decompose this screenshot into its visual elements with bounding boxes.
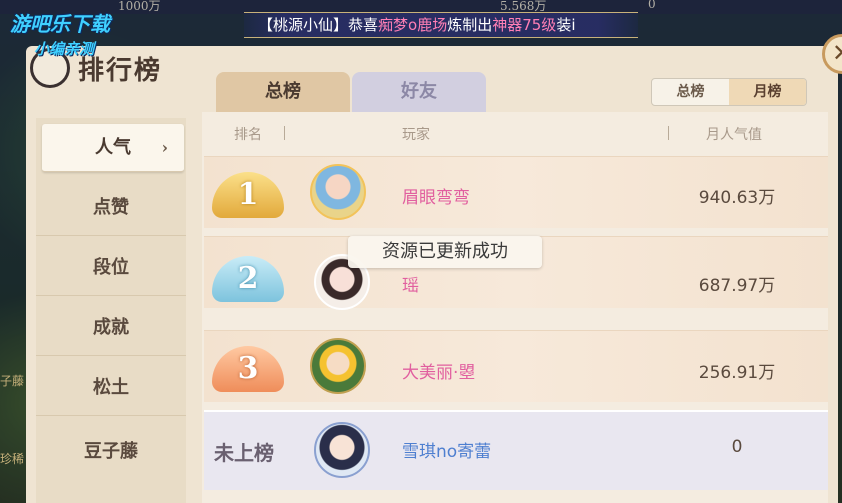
announcement-item: 神器75级	[492, 16, 557, 34]
player-name[interactable]: 眉眼弯弯	[402, 183, 470, 208]
my-popularity-value: 0	[731, 437, 743, 457]
watermark-subtitle: 小编亲测	[34, 40, 95, 58]
avatar[interactable]	[310, 338, 366, 394]
toast-message: 资源已更新成功	[348, 236, 542, 268]
sidebar-item-loosen-soil[interactable]: 松土	[36, 360, 186, 416]
sidebar-item-rank-tier[interactable]: 段位	[36, 240, 186, 296]
my-rank-status: 未上榜	[214, 441, 274, 465]
period-toggle-total[interactable]: 总榜	[652, 79, 729, 105]
avatar[interactable]	[310, 164, 366, 220]
player-name[interactable]: 瑶	[402, 271, 419, 296]
watermark-logo: 游吧乐下载	[10, 12, 110, 36]
sidebar-item-label: 人气	[95, 137, 131, 158]
column-divider	[668, 126, 669, 140]
announcement-player: 痴梦o鹿场	[378, 16, 448, 34]
sidebar-item-label: 松土	[93, 377, 129, 398]
sidebar-item-label: 成就	[93, 317, 129, 338]
sidebar-item-achievements[interactable]: 成就	[36, 300, 186, 356]
my-player-name[interactable]: 雪琪no寄蕾	[402, 437, 491, 462]
announcement-middle: 炼制出	[447, 16, 493, 34]
popularity-value: 256.91万	[698, 363, 776, 383]
sidebar-item-label: 点赞	[93, 197, 129, 218]
column-header-player: 玩家	[402, 127, 430, 143]
announcement-marquee: 【桃源小仙】恭喜痴梦o鹿场炼制出神器75级装i	[244, 12, 638, 38]
chevron-right-icon: ›	[161, 138, 168, 157]
period-toggle-month[interactable]: 月榜	[729, 79, 806, 105]
player-name[interactable]: 大美丽·曌	[402, 358, 475, 383]
column-header-rank: 排名	[234, 127, 262, 143]
announcement-prefix: 【桃源小仙】恭喜	[258, 16, 379, 34]
column-header-value: 月人气值	[706, 127, 762, 143]
sidebar-item-label: 段位	[93, 257, 129, 278]
sidebar-item-popularity[interactable]: 人气 ›	[42, 124, 184, 172]
currency-value-1: 1000万	[118, 0, 161, 13]
avatar[interactable]	[314, 422, 370, 478]
sidebar-item-likes[interactable]: 点赞	[36, 180, 186, 236]
sidebar-item-beanstalk[interactable]: 豆子藤	[36, 424, 186, 480]
background-label-1: 子藤	[0, 374, 25, 388]
period-toggle: 总榜 月榜	[651, 78, 807, 106]
sidebar-item-label: 豆子藤	[84, 441, 138, 462]
category-sidebar: 人气 › 点赞 段位 成就 松土 豆子藤	[36, 118, 186, 503]
background-label-2: 珍稀	[0, 452, 25, 466]
popularity-value: 940.63万	[698, 188, 776, 208]
popularity-value: 687.97万	[698, 276, 776, 296]
announcement-suffix: 装i	[556, 16, 576, 34]
tab-friends[interactable]: 好友	[352, 72, 486, 112]
tab-total[interactable]: 总榜	[216, 72, 350, 112]
currency-value-3: 0	[648, 0, 656, 11]
column-divider	[284, 126, 285, 140]
